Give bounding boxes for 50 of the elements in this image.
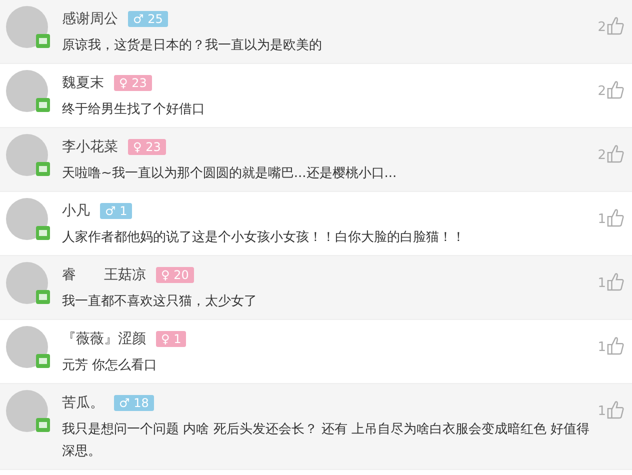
- user-name[interactable]: 感谢周公: [62, 10, 118, 28]
- thumbs-up-icon[interactable]: [607, 144, 624, 163]
- avatar-placeholder[interactable]: [6, 6, 48, 48]
- like-count: 1: [598, 212, 606, 227]
- gender-age-badge: ♂ 1: [100, 203, 132, 219]
- comment-text: 原谅我，这货是日本的？我一直以为是欧美的: [62, 37, 323, 55]
- thumbs-up-icon[interactable]: [607, 400, 624, 419]
- avatar-placeholder[interactable]: [6, 198, 48, 240]
- user-name[interactable]: 小凡: [62, 202, 90, 220]
- gender-age-badge: ♂ 25: [128, 11, 168, 27]
- user-name[interactable]: 魏夏末: [62, 74, 104, 92]
- mobile-icon: [36, 162, 50, 176]
- like-count: 1: [598, 340, 606, 355]
- thumbs-up-icon[interactable]: [607, 208, 624, 227]
- user-name[interactable]: 李小花菜: [62, 138, 118, 156]
- user-name[interactable]: 睿: [62, 266, 76, 284]
- user-name[interactable]: 王菇凉: [104, 266, 146, 284]
- avatar-placeholder[interactable]: [6, 262, 48, 304]
- comment-text: 人家作者都他妈的说了这是个小女孩小女孩！！白你大脸的白脸猫！！: [62, 229, 466, 247]
- gender-age-badge: ♀ 20: [156, 267, 194, 283]
- mobile-icon: [36, 354, 50, 368]
- thumbs-up-icon[interactable]: [607, 336, 624, 355]
- comment-text: 天啦噜~我一直以为那个圆圆的就是嘴巴...还是樱桃小口...: [62, 165, 398, 183]
- user-name[interactable]: 苦瓜。: [62, 394, 104, 412]
- comment-text: 我只是想问一个问题 内啥 死后头发还会长？ 还有 上吊自尽为啥白衣服会变成暗红色 好值得深思。: [62, 421, 591, 461]
- like-count: 2: [598, 148, 606, 163]
- gender-age-badge: ♀ 1: [156, 331, 186, 347]
- mobile-icon: [36, 34, 50, 48]
- gender-age-badge: ♀ 23: [114, 75, 152, 91]
- mobile-icon: [36, 226, 50, 240]
- comment-text: 我一直都不喜欢这只猫，太少女了: [62, 293, 258, 311]
- mobile-icon: [36, 290, 50, 304]
- avatar-placeholder[interactable]: [6, 326, 48, 368]
- user-name[interactable]: 『薇薇』涩颜: [62, 330, 146, 348]
- gender-age-badge: ♂ 18: [114, 395, 154, 411]
- like-count: 2: [598, 84, 606, 99]
- thumbs-up-icon[interactable]: [607, 80, 624, 99]
- mobile-icon: [36, 418, 50, 432]
- gender-age-badge: ♀ 23: [128, 139, 166, 155]
- like-count: 1: [598, 404, 606, 419]
- avatar-placeholder[interactable]: [6, 390, 48, 432]
- thumbs-up-icon[interactable]: [607, 272, 624, 291]
- like-count: 2: [598, 20, 606, 35]
- avatar-placeholder[interactable]: [6, 134, 48, 176]
- thumbs-up-icon[interactable]: [607, 16, 624, 35]
- comment-text: 元芳 你怎么看口: [62, 357, 158, 375]
- like-count: 1: [598, 276, 606, 291]
- avatar-placeholder[interactable]: [6, 70, 48, 112]
- comment-text: 终于给男生找了个好借口: [62, 101, 206, 119]
- mobile-icon: [36, 98, 50, 112]
